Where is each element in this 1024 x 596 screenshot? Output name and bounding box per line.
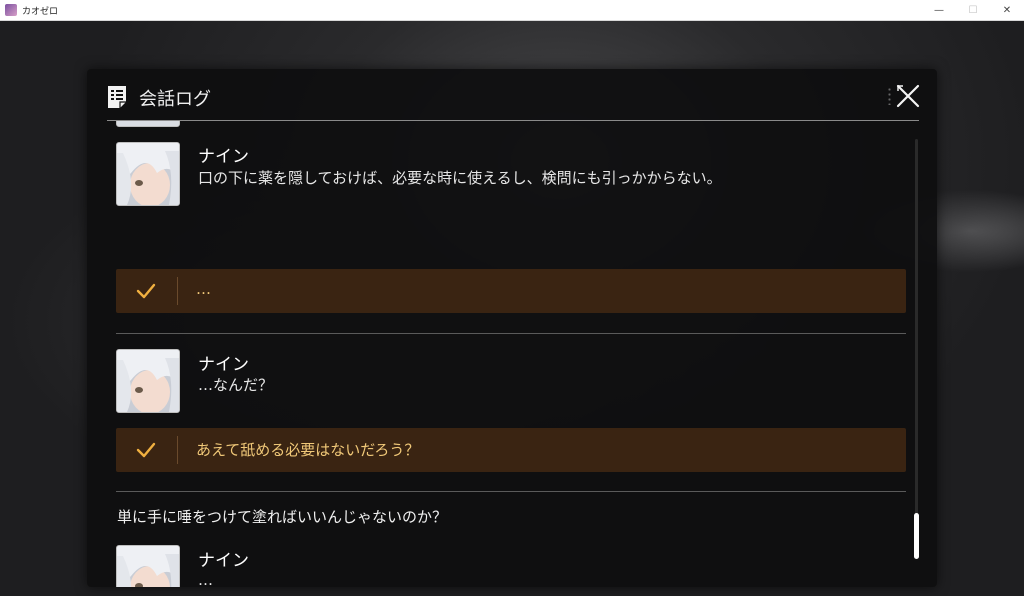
window-close-button[interactable]: ✕ <box>990 0 1024 20</box>
dialogue-line: 口の下に薬を隠しておけば、必要な時に使えるし、検問にも引っかからない。 <box>198 169 722 187</box>
window-controls: — ☐ ✕ <box>922 0 1024 20</box>
speaker-name: ナイン <box>198 147 249 167</box>
app-icon <box>5 4 17 16</box>
speaker-name: ナイン <box>198 355 249 375</box>
selected-choice: … <box>116 269 906 313</box>
selected-choice: あえて舐める必要はないだろう？ <box>116 428 906 472</box>
choice-separator <box>177 436 178 464</box>
minimize-button[interactable]: — <box>922 0 956 20</box>
choice-text: あえて舐める必要はないだろう？ <box>196 441 420 459</box>
log-content[interactable]: ナイン 口の下に薬を隠しておけば、必要な時に使えるし、検問にも引っかからない。 … <box>87 121 937 587</box>
scrollbar-track[interactable] <box>915 139 918 559</box>
checkmark-icon <box>136 283 156 299</box>
checkmark-icon <box>136 442 156 458</box>
avatar-partial <box>116 121 180 127</box>
avatar <box>116 349 180 413</box>
panel-header: 会話ログ <box>87 69 937 121</box>
avatar <box>116 545 180 587</box>
log-icon <box>108 86 126 108</box>
conversation-log-panel: 会話ログ ナイン 口の下に薬を隠しておけば、必要な時に使えるし、検問にも引っかか… <box>87 69 937 587</box>
choice-separator <box>177 277 178 305</box>
dialogue-line: … <box>198 571 213 587</box>
panel-title: 会話ログ <box>139 89 211 110</box>
grip-handle <box>888 87 891 105</box>
window-title: カオゼロ <box>22 6 59 17</box>
scrollbar-thumb[interactable] <box>914 513 919 559</box>
entry-divider <box>116 491 906 492</box>
entry-divider <box>116 333 906 334</box>
close-icon[interactable] <box>895 83 921 109</box>
game-background: 会話ログ ナイン 口の下に薬を隠しておけば、必要な時に使えるし、検問にも引っかか… <box>0 21 1024 596</box>
choice-text: … <box>196 280 211 298</box>
speaker-name: ナイン <box>198 551 249 571</box>
window-title-bar: カオゼロ — ☐ ✕ <box>0 0 1024 21</box>
maximize-button[interactable]: ☐ <box>956 0 990 20</box>
narration-line: 単に手に唾をつけて塗ればいいんじゃないのか？ <box>117 508 448 526</box>
avatar <box>116 142 180 206</box>
dialogue-line: …なんだ？ <box>198 376 274 394</box>
